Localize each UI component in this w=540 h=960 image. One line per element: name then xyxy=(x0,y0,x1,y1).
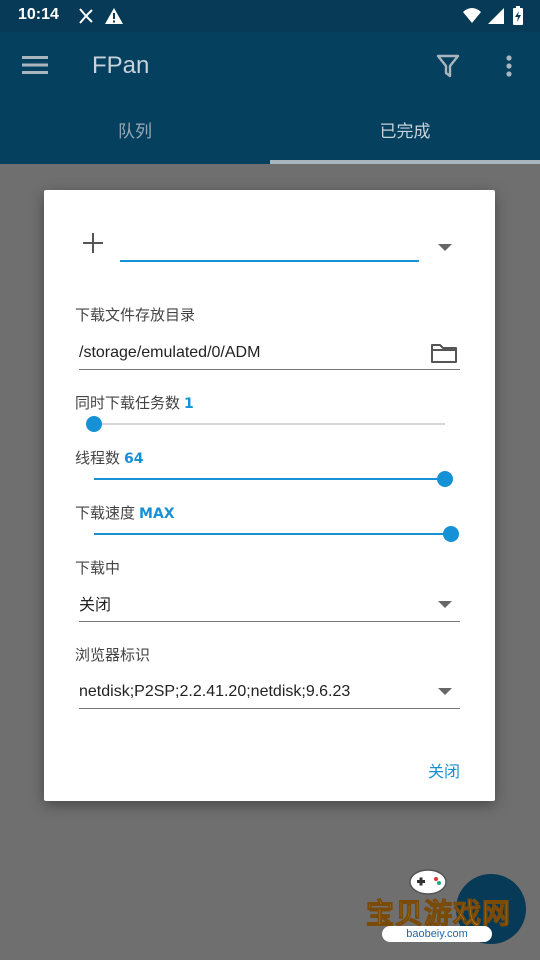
close-button[interactable]: 关闭 xyxy=(428,758,460,782)
url-input[interactable] xyxy=(120,228,419,262)
threads-slider-thumb[interactable] xyxy=(437,471,453,487)
warning-icon xyxy=(105,8,123,24)
downloading-selected: 关闭 xyxy=(79,595,112,614)
concurrent-tasks-slider[interactable] xyxy=(86,416,445,432)
threads-slider[interactable] xyxy=(94,471,453,487)
status-time: 10:14 xyxy=(18,6,59,23)
watermark-url: baobeiy.com xyxy=(382,926,492,942)
download-dir-value: /storage/emulated/0/ADM xyxy=(79,344,261,361)
status-bar: 10:14 xyxy=(0,0,540,32)
download-dir-field[interactable]: /storage/emulated/0/ADM xyxy=(79,336,460,370)
folder-icon[interactable] xyxy=(430,341,458,365)
wifi-icon xyxy=(463,8,481,23)
tab-indicator xyxy=(270,160,540,164)
usb-debug-icon xyxy=(79,8,93,24)
concurrent-tasks-label: 同时下载任务数 xyxy=(75,394,181,412)
downloading-dropdown-icon xyxy=(438,601,452,608)
download-dir-label: 下载文件存放目录 xyxy=(75,306,196,324)
url-history-dropdown-icon[interactable] xyxy=(438,244,452,251)
speed-slider[interactable] xyxy=(94,526,459,542)
threads-label: 线程数 xyxy=(75,449,121,467)
user-agent-dropdown-icon xyxy=(438,688,452,695)
signal-icon xyxy=(488,8,504,24)
concurrent-tasks-slider-thumb[interactable] xyxy=(86,416,102,432)
concurrent-tasks-value: 1 xyxy=(184,396,194,412)
tab-completed[interactable]: 已完成 xyxy=(270,110,540,162)
concurrent-tasks-row: 同时下载任务数 1 xyxy=(75,392,194,413)
filter-icon[interactable] xyxy=(432,50,464,82)
speed-slider-thumb[interactable] xyxy=(443,526,459,542)
watermark-logo: 宝贝游戏网 baobeiy.com xyxy=(362,864,512,954)
battery-icon xyxy=(513,6,523,25)
speed-value: MAX xyxy=(139,506,175,522)
user-agent-label: 浏览器标识 xyxy=(75,646,151,664)
threads-row: 线程数 64 xyxy=(75,447,144,468)
user-agent-select[interactable]: netdisk;P2SP;2.2.41.20;netdisk;9.6.23 xyxy=(79,675,460,709)
speed-slider-fill xyxy=(94,533,451,535)
threads-value: 64 xyxy=(124,451,144,467)
speed-row: 下载速度 MAX xyxy=(75,502,175,523)
user-agent-selected: netdisk;P2SP;2.2.41.20;netdisk;9.6.23 xyxy=(79,683,351,700)
downloading-label: 下载中 xyxy=(75,559,121,577)
downloading-select[interactable]: 关闭 xyxy=(79,588,460,622)
add-icon[interactable] xyxy=(82,232,104,254)
app-bar: FPan 队列 已完成 xyxy=(0,32,540,164)
app-title: FPan xyxy=(92,52,150,79)
tab-queue[interactable]: 队列 xyxy=(0,110,270,162)
threads-slider-fill xyxy=(94,478,445,480)
settings-dialog: 下载文件存放目录 /storage/emulated/0/ADM 同时下载任务数… xyxy=(44,190,495,801)
speed-label: 下载速度 xyxy=(75,504,136,522)
menu-icon[interactable] xyxy=(18,50,52,80)
more-options-icon[interactable] xyxy=(496,50,522,82)
